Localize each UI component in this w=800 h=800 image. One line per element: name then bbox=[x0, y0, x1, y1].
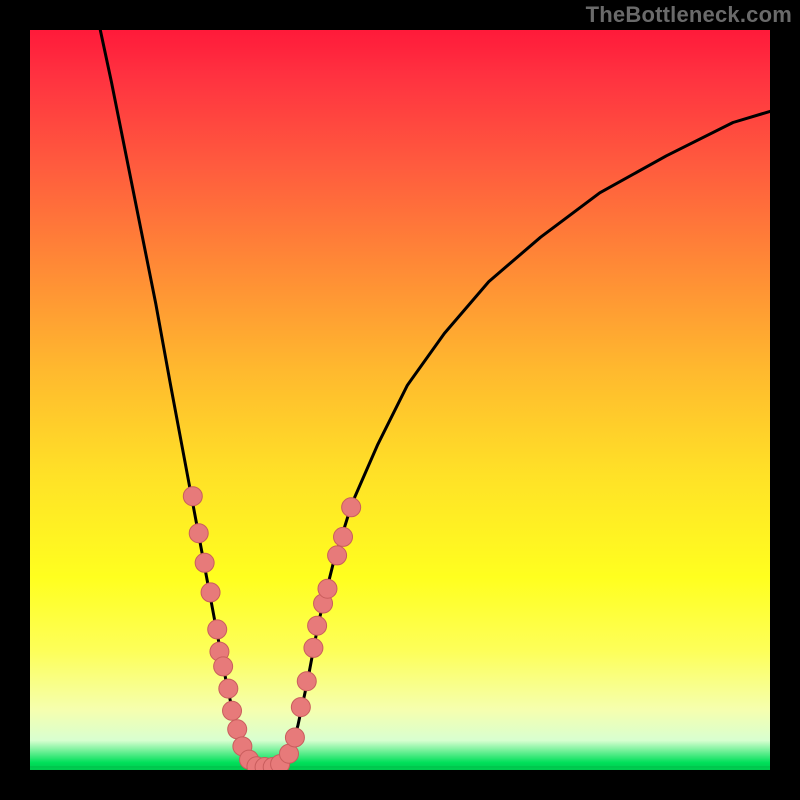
watermark-text: TheBottleneck.com bbox=[586, 2, 792, 28]
data-marker bbox=[342, 498, 361, 517]
data-marker bbox=[297, 672, 316, 691]
data-marker bbox=[334, 527, 353, 546]
data-marker bbox=[195, 553, 214, 572]
data-marker bbox=[304, 638, 323, 657]
data-marker bbox=[214, 657, 233, 676]
data-marker bbox=[308, 616, 327, 635]
data-marker bbox=[201, 583, 220, 602]
marker-group bbox=[183, 487, 360, 770]
data-marker bbox=[189, 524, 208, 543]
data-marker bbox=[328, 546, 347, 565]
chart-svg bbox=[30, 30, 770, 770]
plot-area bbox=[30, 30, 770, 770]
data-marker bbox=[223, 701, 242, 720]
data-marker bbox=[183, 487, 202, 506]
data-marker bbox=[285, 728, 304, 747]
bottleneck-curve bbox=[100, 30, 770, 768]
data-marker bbox=[291, 698, 310, 717]
outer-frame: TheBottleneck.com bbox=[0, 0, 800, 800]
data-marker bbox=[219, 679, 238, 698]
data-marker bbox=[208, 620, 227, 639]
data-marker bbox=[318, 579, 337, 598]
data-marker bbox=[228, 720, 247, 739]
